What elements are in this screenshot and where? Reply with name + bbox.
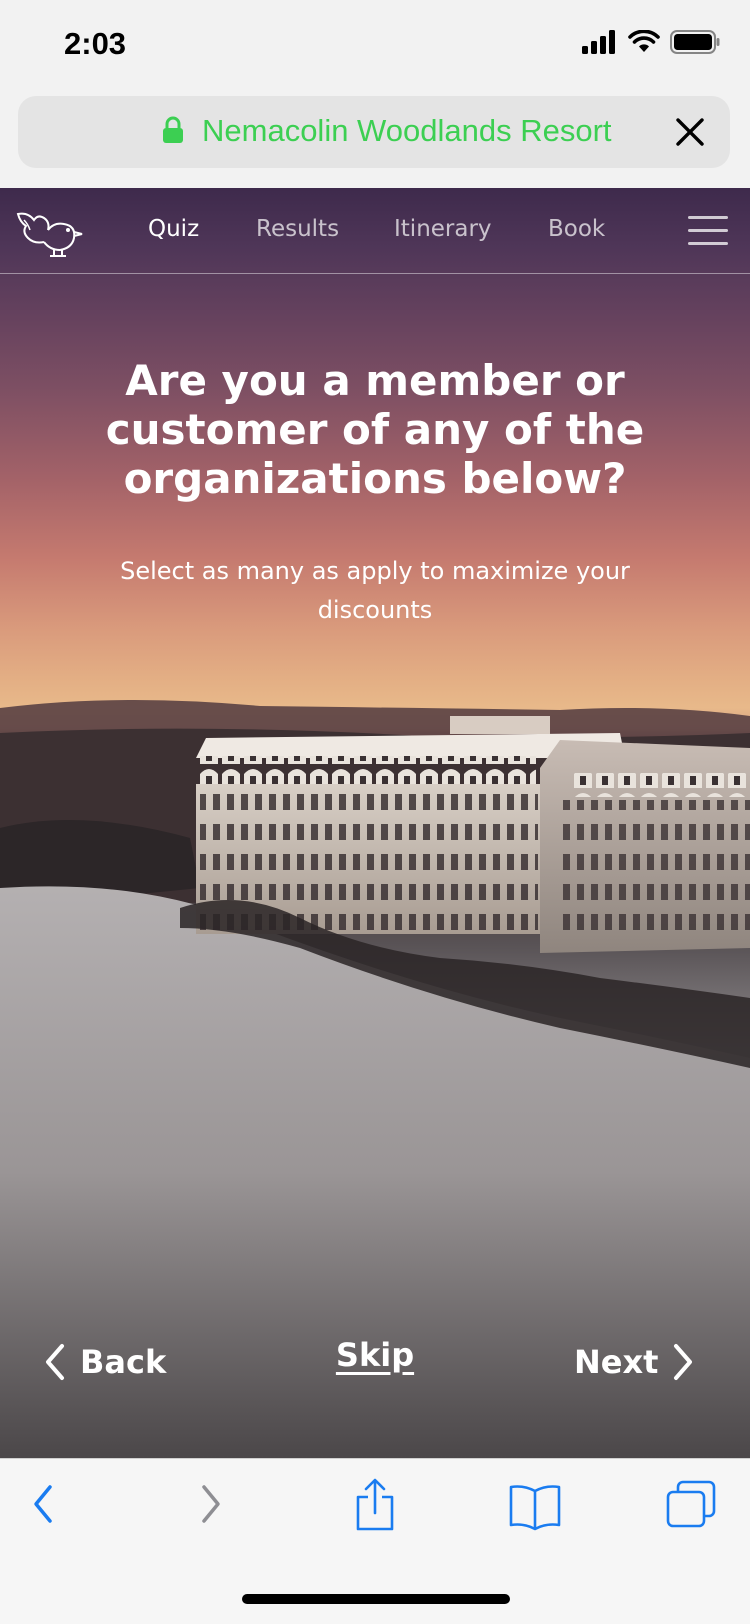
quiz-subtitle: Select as many as apply to maximize your…: [120, 557, 630, 624]
site-nav: Quiz Results Itinerary Book: [0, 188, 750, 274]
chevron-left-icon: [46, 1344, 64, 1380]
next-button[interactable]: Next: [574, 1343, 694, 1381]
cellular-signal-icon: [582, 30, 615, 54]
home-indicator[interactable]: [242, 1594, 510, 1604]
status-bar: 2:03: [0, 0, 750, 92]
hamburger-menu-icon[interactable]: [688, 214, 728, 246]
tab-itinerary[interactable]: Itinerary: [394, 216, 492, 242]
back-label: Back: [80, 1343, 167, 1381]
tab-book[interactable]: Book: [548, 216, 605, 242]
tab-results[interactable]: Results: [256, 216, 339, 242]
forward-arrow-icon[interactable]: [198, 1481, 224, 1527]
back-arrow-icon[interactable]: [30, 1481, 56, 1527]
bird-logo-icon[interactable]: [14, 204, 90, 260]
web-content: Quiz Results Itinerary Book Are you a me…: [0, 188, 750, 1458]
status-time: 2:03: [64, 26, 127, 61]
phone-screen: 2:03 Nemacolin Woodlands Resort Quiz Res…: [0, 0, 750, 1624]
chevron-right-icon: [674, 1344, 693, 1380]
next-label: Next: [574, 1343, 659, 1381]
close-icon[interactable]: [672, 114, 708, 150]
share-icon[interactable]: [354, 1477, 396, 1533]
skip-button[interactable]: Skip: [320, 1336, 430, 1374]
back-button[interactable]: Back: [44, 1343, 166, 1381]
wifi-icon: [628, 30, 660, 52]
status-icons: [582, 30, 720, 54]
quiz-question: Are you a member or customer of any of t…: [105, 356, 645, 503]
lock-icon: [163, 116, 183, 143]
bookmarks-icon[interactable]: [508, 1483, 562, 1531]
tab-quiz[interactable]: Quiz: [148, 216, 199, 242]
battery-icon: [670, 30, 720, 54]
url-bar[interactable]: Nemacolin Woodlands Resort: [18, 96, 730, 168]
tabs-icon[interactable]: [664, 1479, 718, 1529]
url-title: Nemacolin Woodlands Resort: [202, 113, 612, 148]
